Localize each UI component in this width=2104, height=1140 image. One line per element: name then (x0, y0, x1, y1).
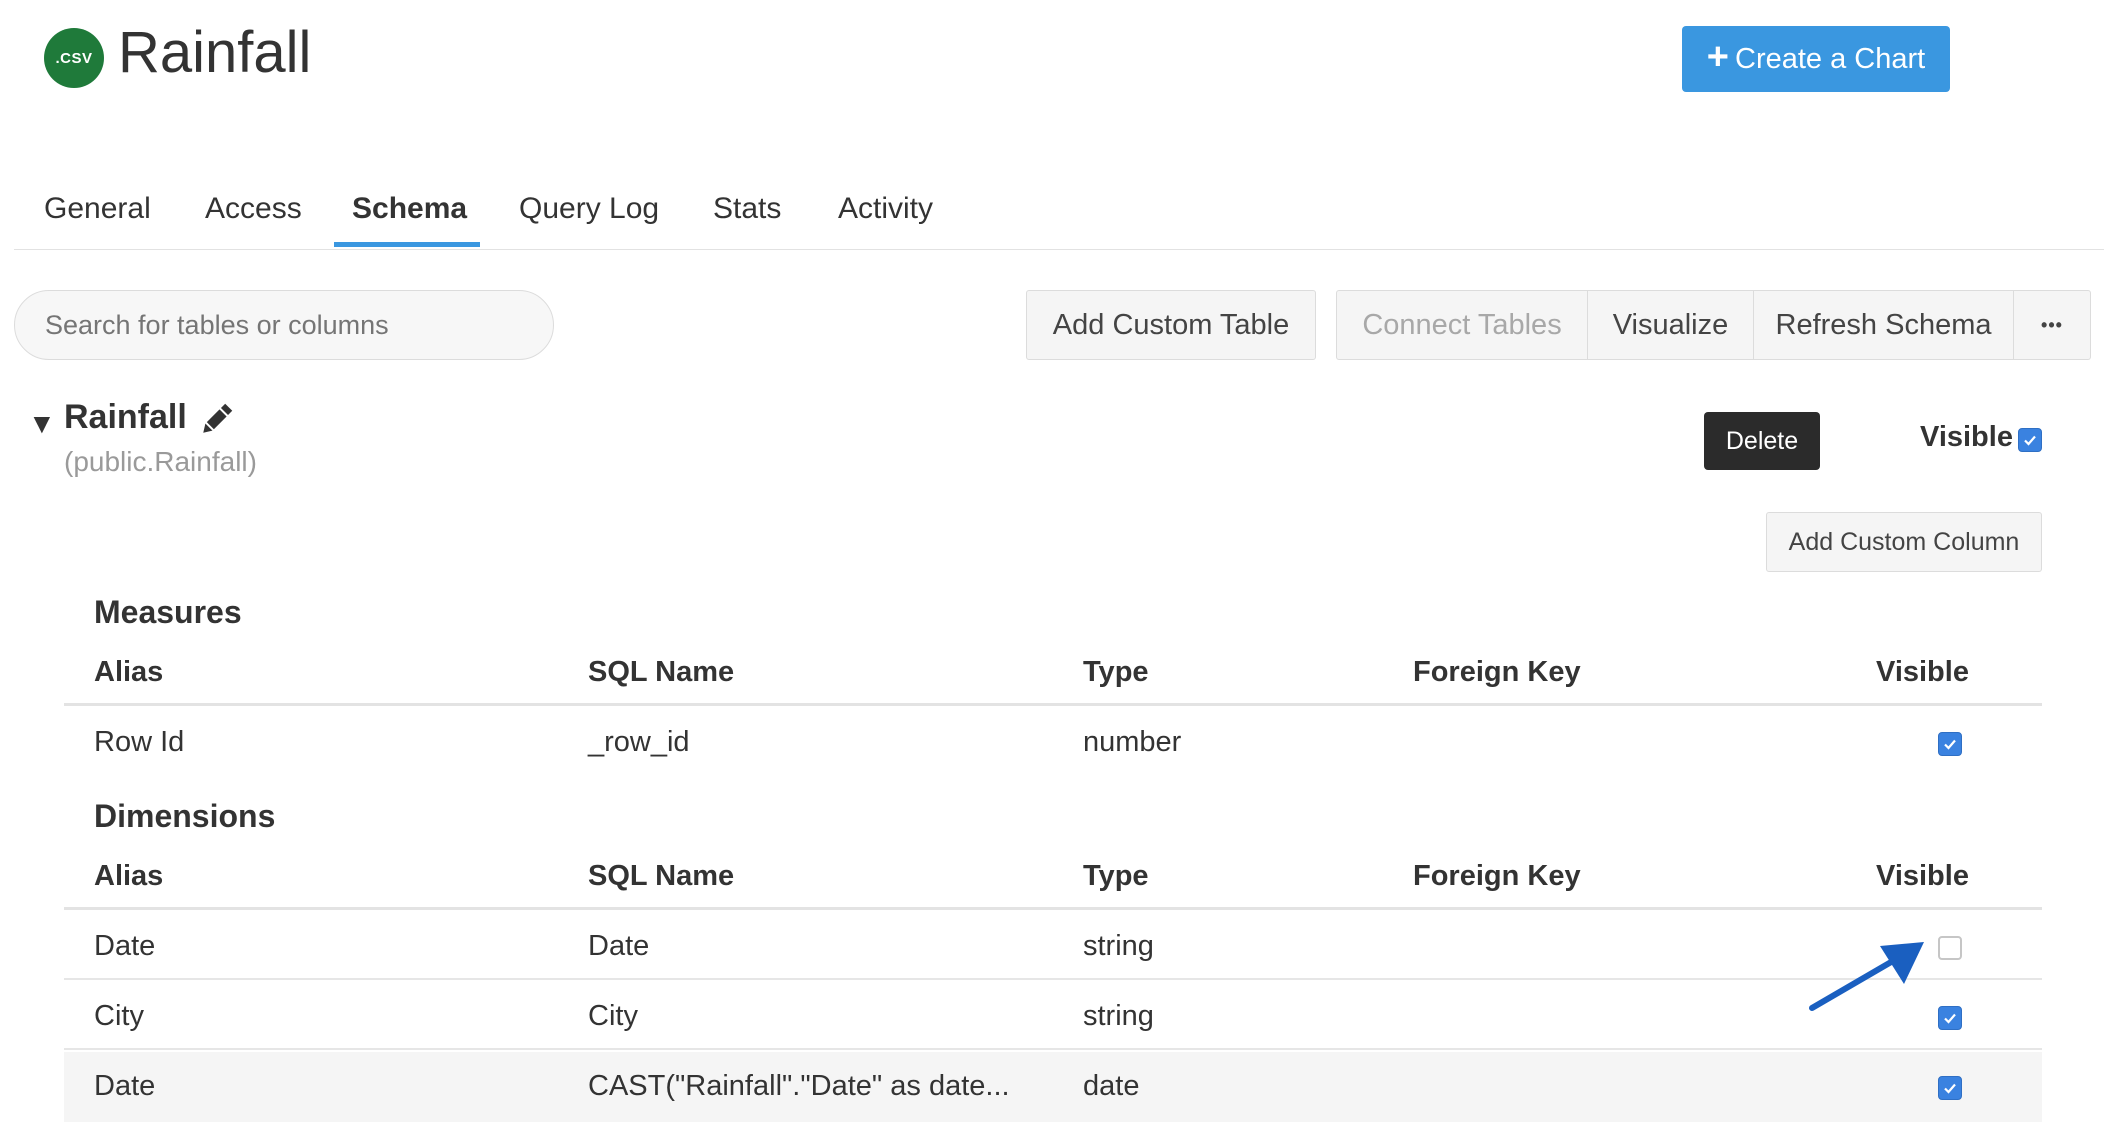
cell-sql-name: CAST("Rainfall"."Date" as date... (588, 1070, 1010, 1102)
cell-alias: City (94, 1000, 144, 1032)
cell-sql-name: Date (588, 930, 650, 962)
header-divider (64, 907, 2042, 910)
row-visible-checkbox[interactable] (1938, 732, 1962, 756)
add-custom-column-button[interactable]: Add Custom Column (1766, 512, 2042, 572)
collapse-triangle-icon[interactable]: ▼ (28, 408, 56, 440)
col-header-visible: Visible (1876, 860, 1969, 892)
col-header-foreign-key: Foreign Key (1413, 860, 1581, 892)
col-header-sql-name: SQL Name (588, 656, 735, 688)
table-row: Row Id _row_id number (64, 708, 2042, 776)
connect-tables-button[interactable]: Connect Tables (1336, 290, 1588, 360)
table-visible-label: Visible (1920, 421, 2013, 453)
delete-button[interactable]: Delete (1704, 412, 1820, 470)
row-visible-checkbox[interactable] (1938, 936, 1962, 960)
tab-stats[interactable]: Stats (713, 182, 781, 248)
cell-sql-name: _row_id (588, 726, 690, 758)
col-header-alias: Alias (94, 656, 164, 688)
tab-bar: General Access Schema Query Log Stats Ac… (14, 170, 2104, 250)
tab-access[interactable]: Access (205, 182, 302, 248)
measures-title: Measures (94, 594, 242, 630)
row-visible-checkbox[interactable] (1938, 1006, 1962, 1030)
col-header-sql-name: SQL Name (588, 860, 735, 892)
col-header-type: Type (1083, 860, 1149, 892)
tab-activity[interactable]: Activity (838, 182, 933, 248)
refresh-schema-button[interactable]: Refresh Schema (1753, 290, 2014, 360)
add-custom-table-button[interactable]: Add Custom Table (1026, 290, 1316, 360)
dimensions-title: Dimensions (94, 798, 276, 834)
tab-schema[interactable]: Schema (352, 182, 467, 248)
active-tab-indicator (334, 242, 480, 247)
table-row: City City string (64, 982, 2042, 1050)
table-row: Date CAST("Rainfall"."Date" as date... d… (64, 1052, 2042, 1122)
search-input[interactable] (14, 290, 554, 360)
cell-alias: Date (94, 930, 156, 962)
table-qualified-name: (public.Rainfall) (64, 446, 257, 477)
cell-type: number (1083, 726, 1182, 758)
annotation-arrow-icon (1800, 934, 1930, 1014)
csv-logo-icon: .CSV (44, 28, 104, 88)
table-name: Rainfall (64, 398, 187, 436)
header-divider (64, 703, 2042, 706)
plus-icon: + (1706, 36, 1729, 78)
cell-alias: Date (94, 1070, 156, 1102)
pencil-icon[interactable] (196, 400, 236, 440)
table-row: Date Date string (64, 912, 2042, 980)
cell-type: string (1083, 930, 1154, 962)
cell-type: date (1083, 1070, 1140, 1102)
page-title: Rainfall (118, 20, 312, 85)
cell-type: string (1083, 1000, 1154, 1032)
cell-alias: Row Id (94, 726, 185, 758)
create-chart-label: Create a Chart (1735, 42, 1926, 75)
col-header-visible: Visible (1876, 656, 1969, 688)
tab-general[interactable]: General (44, 182, 151, 248)
create-chart-button[interactable]: + Create a Chart (1682, 26, 1950, 92)
table-visible-checkbox[interactable] (2018, 428, 2042, 452)
row-visible-checkbox[interactable] (1938, 1076, 1962, 1100)
col-header-type: Type (1083, 656, 1149, 688)
col-header-alias: Alias (94, 860, 164, 892)
cell-sql-name: City (588, 1000, 638, 1032)
tab-query-log[interactable]: Query Log (519, 182, 659, 248)
visualize-button[interactable]: Visualize (1587, 290, 1754, 360)
more-options-button[interactable]: ••• (2013, 290, 2091, 360)
col-header-foreign-key: Foreign Key (1413, 656, 1581, 688)
